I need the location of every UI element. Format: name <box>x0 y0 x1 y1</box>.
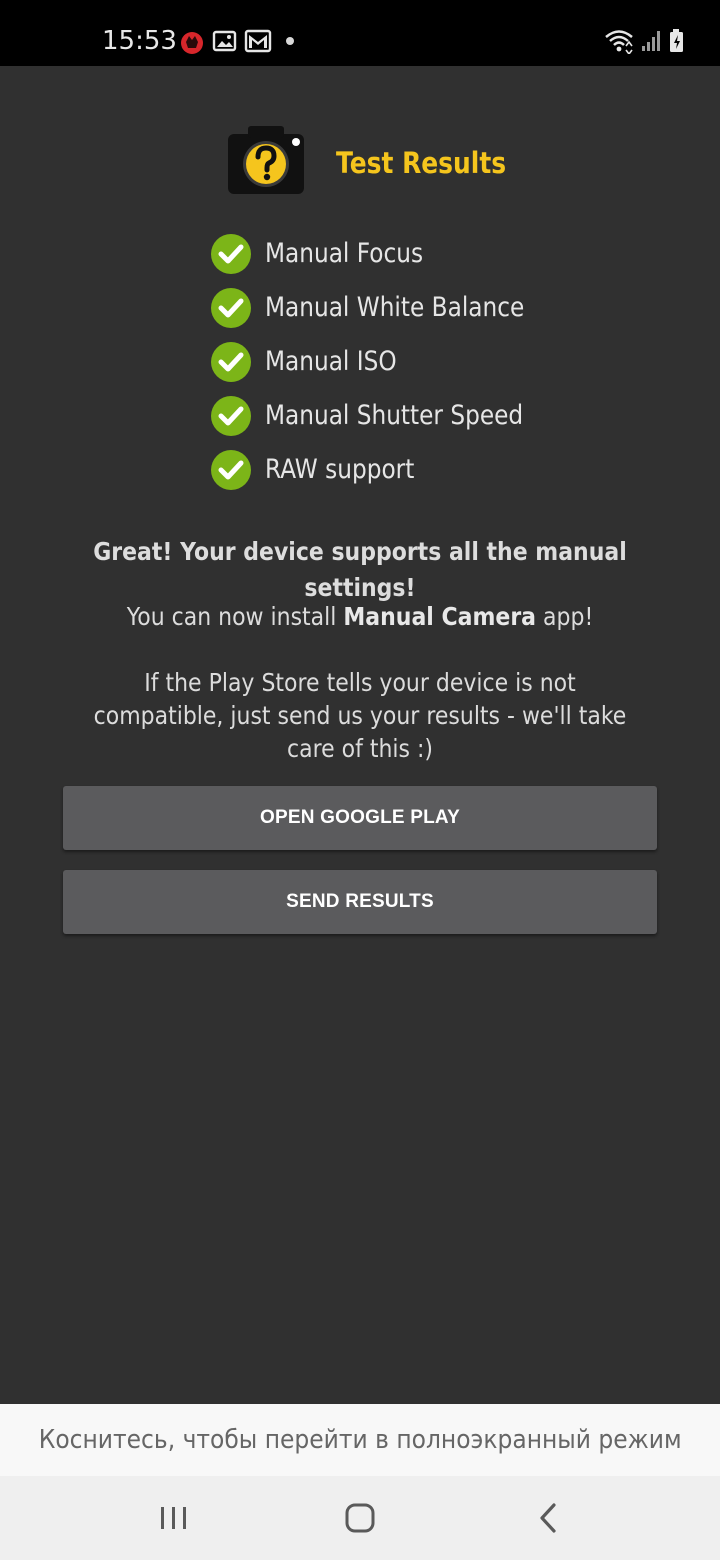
signal-icon <box>640 28 668 56</box>
fullscreen-hint-bar[interactable]: Коснитесь, чтобы перейти в полноэкранный… <box>0 1404 720 1476</box>
install-prefix: You can now install <box>126 602 344 631</box>
test-result-label: Manual Shutter Speed <box>265 400 524 431</box>
test-result-label: Manual Focus <box>265 238 424 269</box>
success-message: Great! Your device supports all the manu… <box>93 537 627 602</box>
status-bar: 15:53 <box>0 0 720 66</box>
page-title: Test Results <box>336 146 507 180</box>
more-dot-icon <box>286 37 294 45</box>
test-result-label: Manual White Balance <box>265 292 525 323</box>
test-result-item: Manual Shutter Speed <box>210 395 630 437</box>
test-result-item: Manual White Balance <box>210 287 630 329</box>
compatibility-note: If the Play Store tells your device is n… <box>93 668 627 763</box>
home-icon[interactable] <box>338 1496 382 1540</box>
test-result-label: RAW support <box>265 454 415 485</box>
check-icon <box>210 395 252 437</box>
recent-apps-icon[interactable] <box>152 1496 196 1540</box>
status-time: 15:53 <box>102 26 177 56</box>
open-google-play-button[interactable]: OPEN GOOGLE PLAY <box>63 786 657 850</box>
test-result-label: Manual ISO <box>265 346 397 377</box>
navigation-bar <box>0 1476 720 1560</box>
wifi-icon <box>604 28 633 56</box>
app-notification-icon <box>178 28 206 56</box>
camera-question-icon <box>226 124 306 196</box>
check-icon <box>210 233 252 275</box>
send-results-button[interactable]: SEND RESULTS <box>63 870 657 934</box>
test-result-item: Manual Focus <box>210 233 630 275</box>
check-icon <box>210 287 252 329</box>
check-icon <box>210 341 252 383</box>
gallery-icon <box>212 28 240 56</box>
check-icon <box>210 449 252 491</box>
gmail-icon <box>244 28 272 56</box>
fullscreen-hint-text: Коснитесь, чтобы перейти в полноэкранный… <box>38 1425 682 1455</box>
back-icon[interactable] <box>526 1496 570 1540</box>
app-name: Manual Camera <box>343 602 537 631</box>
test-result-item: Manual ISO <box>210 341 630 383</box>
install-message: You can now install Manual Camera app! <box>43 599 677 635</box>
install-suffix: app! <box>536 602 594 631</box>
battery-charging-icon <box>668 28 696 56</box>
test-result-item: RAW support <box>210 449 630 491</box>
